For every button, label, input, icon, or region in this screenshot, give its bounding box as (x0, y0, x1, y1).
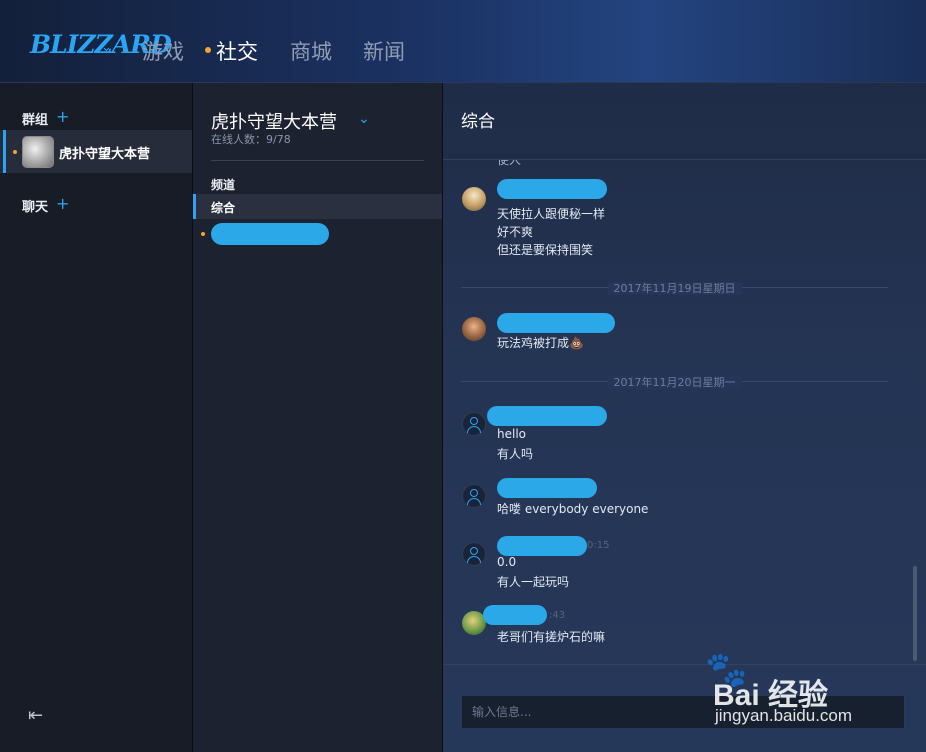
message-text: 使人 (497, 160, 522, 167)
user-avatar-icon[interactable] (462, 412, 486, 436)
nav-shop[interactable]: 商城 (290, 36, 332, 66)
channel-name: 综合 (211, 201, 236, 215)
date-separator: 2017年11月19日星期日 (461, 280, 888, 296)
channel-title: 综合 (461, 112, 495, 132)
scrollbar[interactable] (913, 566, 917, 661)
divider (211, 160, 424, 161)
baidu-watermark: 🐾 Bai 经验 jingyan.baidu.com (705, 650, 885, 730)
chat-heading: 聊天 (22, 200, 49, 215)
user-avatar-icon[interactable] (462, 484, 486, 508)
user-avatar[interactable] (462, 187, 486, 211)
message-text: 0.0 (497, 555, 517, 569)
group-avatar (22, 136, 54, 168)
nav-games[interactable]: 游戏 (142, 36, 184, 66)
watermark-url: jingyan.baidu.com (715, 706, 853, 725)
redacted-username[interactable] (483, 605, 547, 625)
message-text: hello (497, 427, 526, 441)
notification-dot-icon (13, 150, 17, 154)
redacted-member-name[interactable] (211, 223, 329, 245)
date-label: 2017年11月20日星期一 (461, 374, 888, 390)
redacted-username[interactable] (497, 313, 615, 333)
chevron-down-icon[interactable]: ⌄ (358, 111, 370, 127)
notification-dot-icon (201, 232, 205, 236)
nav-social[interactable]: 社交 (216, 36, 258, 66)
redacted-username[interactable] (487, 406, 607, 426)
group-name: 虎扑守望大本营 (59, 147, 151, 162)
message-time: :43 (549, 610, 566, 621)
groups-heading: 群组 (22, 113, 49, 128)
message-list: 使人 天使拉人跟便秘一样 好不爽 但还是要保持围笑 2017年11月19日星期日… (443, 160, 913, 665)
chevron-down-icon[interactable]: ⌄ (101, 40, 112, 55)
user-avatar[interactable] (462, 317, 486, 341)
redacted-username[interactable] (497, 179, 607, 199)
message-text: 好不爽 (497, 225, 534, 239)
selection-indicator (193, 194, 196, 219)
add-chat-icon[interactable]: + (56, 194, 69, 213)
group-panel: 虎扑守望大本营 ⌄ 在线人数：9/78 频道 综合 (193, 83, 443, 752)
date-label: 2017年11月19日星期日 (461, 280, 888, 296)
redacted-username[interactable] (497, 536, 587, 556)
channels-heading: 频道 (211, 178, 236, 192)
sidebar-item-group[interactable]: 虎扑守望大本营 (0, 130, 192, 173)
selection-indicator (3, 130, 6, 173)
user-avatar-icon[interactable] (462, 542, 486, 566)
collapse-sidebar-icon[interactable]: ⇤ (28, 705, 43, 726)
top-bar: BLIZZARD ⌄ 游戏 社交 商城 新闻 (0, 0, 926, 83)
date-separator: 2017年11月20日星期一 (461, 374, 888, 390)
message-text: 天使拉人跟便秘一样 (497, 207, 606, 221)
channel-item[interactable]: 综合 (193, 194, 442, 219)
message-time: 0:15 (587, 540, 610, 551)
nav-news[interactable]: 新闻 (363, 36, 405, 66)
message-text: 哈喽 everybody everyone (497, 502, 649, 516)
message-text: 但还是要保持围笑 (497, 243, 594, 257)
message-text: 老哥们有搓炉石的嘛 (497, 630, 606, 644)
message-text: 有人吗 (497, 447, 534, 461)
message-text: 玩法鸡被打成💩 (497, 336, 584, 350)
add-group-icon[interactable]: + (56, 107, 69, 126)
redacted-username[interactable] (497, 478, 597, 498)
sidebar: 群组 + 虎扑守望大本营 聊天 + ⇤ (0, 83, 193, 752)
online-count: 在线人数：9/78 (211, 133, 291, 146)
notification-dot-icon (205, 47, 211, 53)
message-text: 有人一起玩吗 (497, 575, 570, 589)
